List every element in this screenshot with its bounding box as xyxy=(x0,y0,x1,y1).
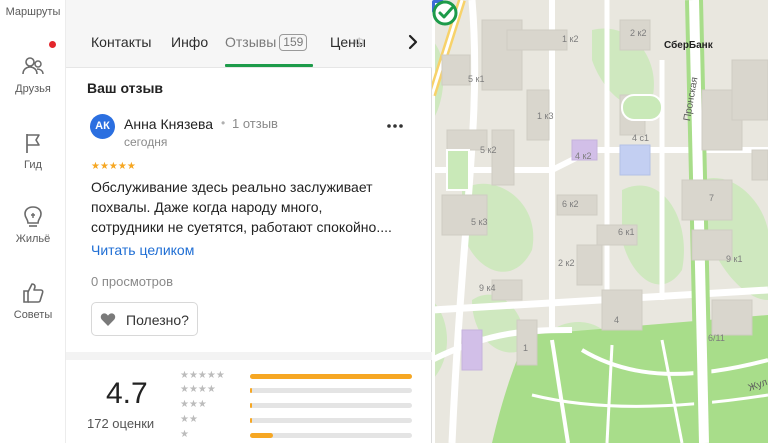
map-label: 9 к1 xyxy=(726,254,743,264)
histogram-fill xyxy=(250,388,253,393)
histogram-fill xyxy=(250,418,253,423)
chevron-right-icon[interactable] xyxy=(402,30,424,54)
review-text-line: Обслуживание здесь реально заслуживает xyxy=(91,179,373,195)
heart-icon xyxy=(100,313,116,326)
map-label: 7 xyxy=(709,193,715,203)
map-label: 1 к3 xyxy=(537,111,554,121)
active-tab-indicator xyxy=(225,64,313,67)
histogram-track xyxy=(250,374,412,379)
left-rail: Маршруты Друзья Гид Жильё Советы xyxy=(0,0,66,443)
histogram-stars: ★ xyxy=(180,429,189,440)
friends-icon xyxy=(22,57,44,75)
tab-faded: Ф xyxy=(354,34,365,50)
section-divider xyxy=(66,352,432,360)
rating-histogram-row: ★★ xyxy=(180,414,415,426)
histogram-track xyxy=(250,418,412,423)
tab-info[interactable]: Инфо xyxy=(171,34,208,50)
map-label: 2 к2 xyxy=(558,258,575,268)
app-root: Маршруты Друзья Гид Жильё Советы Контакт… xyxy=(0,0,768,443)
map-label: 1 к2 xyxy=(562,34,579,44)
map-label: 4 с1 xyxy=(632,133,650,143)
review-text: Обслуживание здесь реально заслуживает п… xyxy=(91,177,409,237)
rail-item-label: Советы xyxy=(13,309,53,321)
rail-item-label: Маршруты xyxy=(5,6,61,18)
rating-value: 4.7 xyxy=(106,377,148,410)
avatar[interactable]: АК xyxy=(90,114,115,139)
histogram-track xyxy=(250,388,412,393)
rating-histogram-row: ★ xyxy=(180,429,415,441)
tab-contacts[interactable]: Контакты xyxy=(91,34,151,50)
flag-icon xyxy=(26,134,40,153)
histogram-track xyxy=(250,403,412,408)
histogram-stars: ★★★★ xyxy=(180,384,216,395)
map-label: 5 к3 xyxy=(471,217,488,227)
sberbank-icon[interactable] xyxy=(432,0,458,26)
rail-item-guide[interactable]: Гид xyxy=(0,130,66,171)
map-canvas[interactable]: 2 к2 1 к2 5 к1 1 к3 4 с1 5 к2 4 к2 6 к2 … xyxy=(432,0,768,443)
views-count: 0 просмотров xyxy=(91,274,174,289)
rail-item-tips[interactable]: Советы xyxy=(0,280,66,321)
rating-count: 172 оценки xyxy=(87,416,155,431)
org-panel: Контакты Инфо Отзывы 159 Цены Ф Ваш отзыв… xyxy=(66,0,432,443)
map-label: 6 к2 xyxy=(562,199,579,209)
map-label: 5 к1 xyxy=(468,74,485,84)
tab-reviews-label: Отзывы xyxy=(225,34,277,50)
bank-label: СберБанк xyxy=(664,40,713,51)
histogram-stars: ★★★ xyxy=(180,399,207,410)
separator-dot: • xyxy=(221,116,226,130)
map-label: 5 к2 xyxy=(480,145,497,155)
rail-item-label: Жильё xyxy=(15,233,51,245)
tab-reviews[interactable]: Отзывы 159 xyxy=(225,34,308,51)
tab-bar: Контакты Инфо Отзывы 159 Цены Ф xyxy=(66,0,432,68)
map-label: 1 xyxy=(523,343,529,353)
histogram-fill xyxy=(250,433,273,438)
rail-item-routes[interactable]: Маршруты xyxy=(0,6,66,18)
section-title: Ваш отзыв xyxy=(87,80,164,96)
rail-item-label: Друзья xyxy=(15,83,51,95)
rail-item-label: Гид xyxy=(24,159,42,171)
histogram-track xyxy=(250,433,412,438)
map-label: 4 xyxy=(614,315,620,325)
rail-item-friends[interactable]: Друзья xyxy=(0,54,66,95)
map-label: 6/11 xyxy=(708,333,725,343)
notification-dot xyxy=(49,41,56,48)
map-label: 9 к4 xyxy=(479,283,496,293)
map-label: 6 к1 xyxy=(618,227,635,237)
map-label: 4 к2 xyxy=(575,151,592,161)
useful-button[interactable]: Полезно? xyxy=(91,302,198,336)
more-options-icon[interactable] xyxy=(384,119,406,133)
author-review-count: 1 отзыв xyxy=(232,116,278,131)
useful-button-label: Полезно? xyxy=(126,312,189,328)
thumbs-up-icon xyxy=(23,283,44,303)
rating-histogram-row: ★★★ xyxy=(180,399,415,411)
housing-icon xyxy=(24,206,42,227)
histogram-stars: ★★★★★ xyxy=(180,370,225,381)
review-date: сегодня xyxy=(124,135,168,149)
rating-histogram-row: ★★★★ xyxy=(180,384,415,396)
review-text-line: сотрудники не суетятся, работают спокойн… xyxy=(91,219,392,235)
histogram-fill xyxy=(250,374,412,379)
histogram-stars: ★★ xyxy=(180,414,198,425)
rating-histogram-row: ★★★★★ xyxy=(180,370,415,382)
read-more-link[interactable]: Читать целиком xyxy=(91,242,194,258)
histogram-fill xyxy=(250,403,253,408)
review-text-line: похвалы. Даже когда народу много, xyxy=(91,199,323,215)
review-stars: ★★★★★ xyxy=(91,161,136,172)
rail-item-housing[interactable]: Жильё xyxy=(0,204,66,245)
reviews-count-badge: 159 xyxy=(279,34,308,51)
review-author[interactable]: Анна Князева xyxy=(124,116,213,132)
map-label: 2 к2 xyxy=(630,28,647,38)
